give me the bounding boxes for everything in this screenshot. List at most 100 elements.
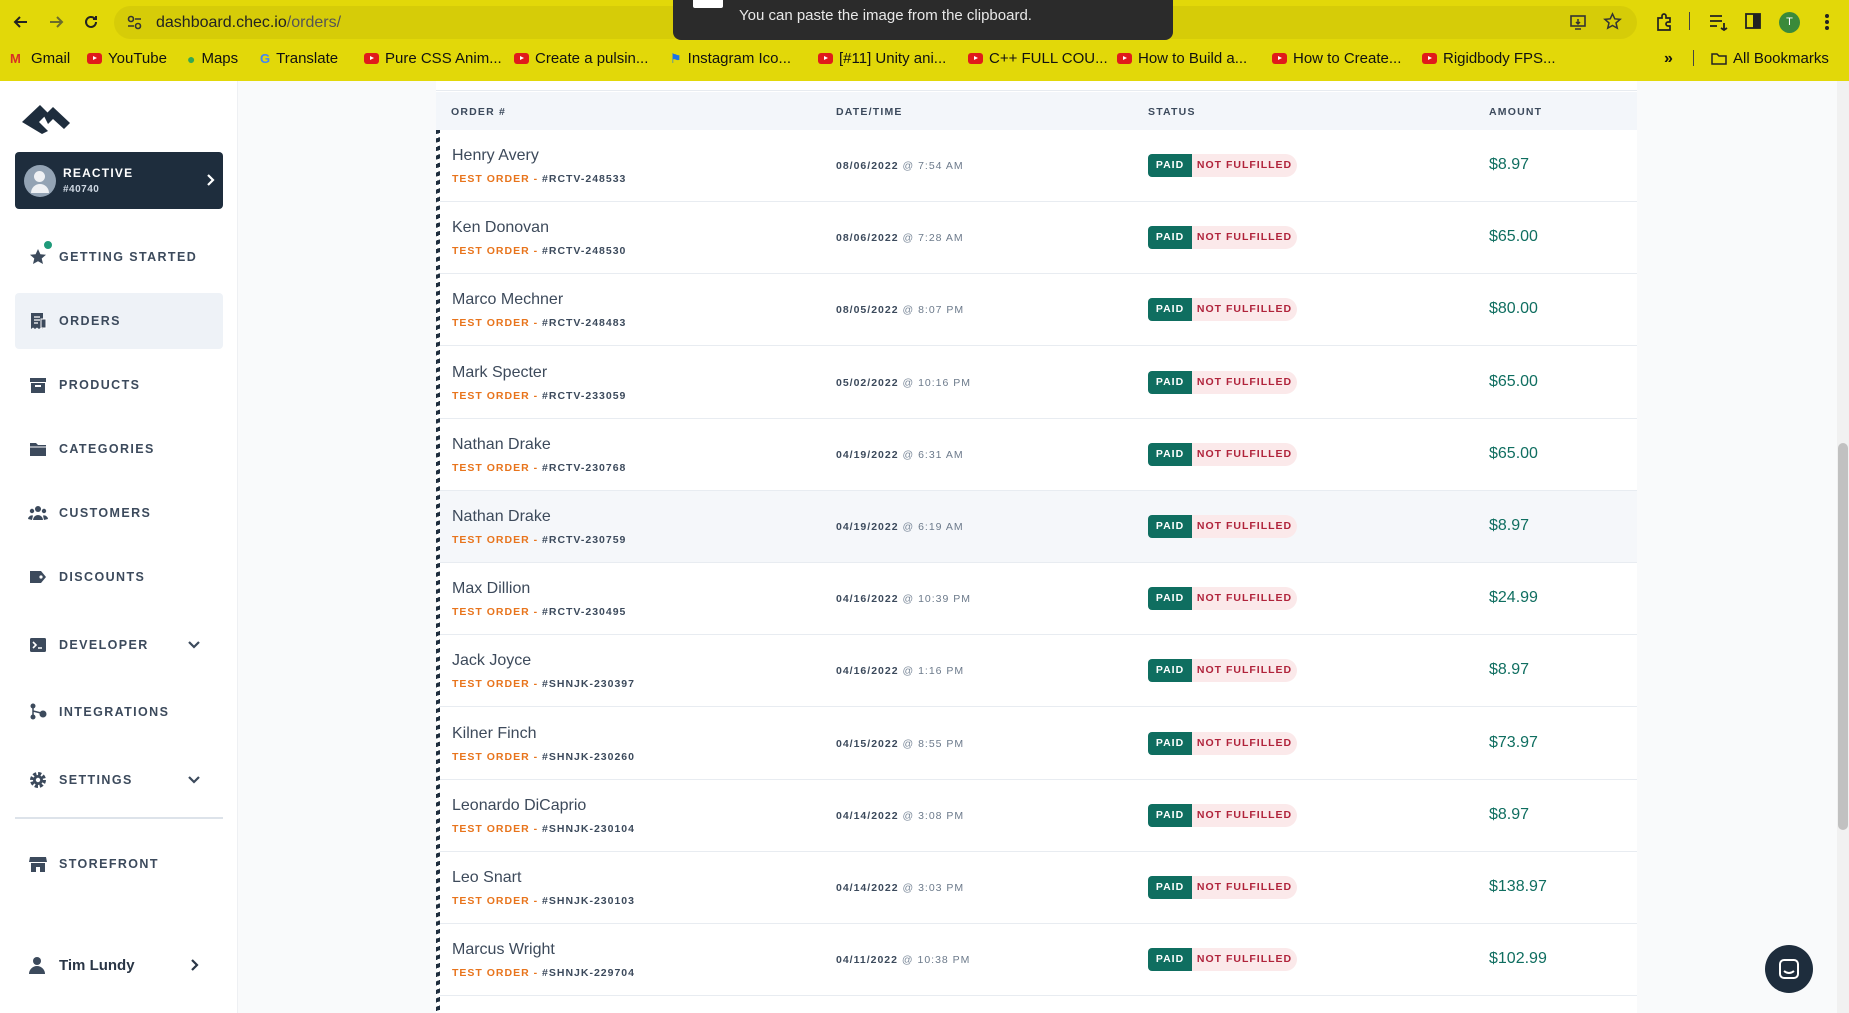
nav-getting-started[interactable]: GETTING STARTED [15,229,223,285]
sidebar: REACTIVE #40740 GETTING STARTED ORDERS P… [0,81,238,1013]
profile-avatar[interactable]: T [1779,12,1800,33]
col-status[interactable]: STATUS [1148,106,1196,118]
user-menu[interactable]: Tim Lundy [15,945,223,985]
table-row[interactable]: Jack Joyce TEST ORDER - #SHNJK-230397 04/1… [436,635,1637,708]
fulfillment-status-badge: NOT FULFILLED [1192,154,1297,177]
customer-name: Leo Snart [452,869,522,886]
nav-label: ORDERS [59,314,121,328]
nav-discounts[interactable]: DISCOUNTS [15,549,223,605]
nav-products[interactable]: PRODUCTS [15,357,223,413]
bookmark-cpp[interactable]: C++ FULL COU... [968,50,1108,67]
install-app-icon[interactable] [1569,13,1589,33]
bookmark-pure-css[interactable]: Pure CSS Anim... [364,50,502,67]
ref-separator: - [529,317,543,330]
store-icon [28,854,48,874]
browser-menu-icon[interactable] [1824,12,1844,32]
toast-text: You can paste the image from the clipboa… [739,7,1032,24]
nav-label: PRODUCTS [59,378,141,392]
table-row[interactable]: Leonardo DiCaprio TEST ORDER - #SHNJK-230… [436,779,1637,852]
table-row[interactable]: Mark Specter TEST ORDER - #RCTV-233059 05/… [436,346,1637,419]
nav-storefront[interactable]: STOREFRONT [15,836,223,892]
bookmark-translate[interactable]: G Translate [260,50,338,67]
col-order[interactable]: ORDER # [451,106,506,118]
bookmark-how-create[interactable]: How to Create... [1272,50,1401,67]
nav-categories[interactable]: CATEGORIES [15,421,223,477]
customer-name: Max Dillion [452,580,531,598]
fulfillment-status-badge: NOT FULFILLED [1192,948,1297,972]
bookmark-rigidbody[interactable]: Rigidbody FPS... [1422,50,1556,67]
reading-list-icon[interactable] [1708,12,1728,32]
table-row[interactable]: Marco Mechner TEST ORDER - #RCTV-248483 08… [436,274,1637,347]
customer-name: Ken Donovan [452,219,549,237]
table-row[interactable]: Max Dillion TEST ORDER - #RCTV-230495 04/1… [436,563,1637,636]
table-row[interactable]: Nathan Drake TEST ORDER - #RCTV-230759 04/… [436,491,1637,563]
chevron-down-icon[interactable] [187,638,201,652]
chevron-down-icon[interactable] [187,773,201,787]
reload-icon[interactable] [81,12,101,32]
browser-toolbar: dashboard.chec.io/orders/ You can paste … [0,0,1849,44]
nav-orders[interactable]: ORDERS [15,293,223,349]
order-amount: $80.00 [1489,300,1538,318]
col-datetime[interactable]: DATE/TIME [836,106,903,118]
table-header: ORDER # DATE/TIME STATUS AMOUNT [436,92,1637,130]
table-row[interactable]: Nathan Drake TEST ORDER - #RCTV-230768 04/… [436,418,1637,491]
table-row[interactable]: Kilner Finch TEST ORDER - #SHNJK-230260 04… [436,707,1637,780]
at-separator: @ [898,304,919,317]
ref-separator: - [529,173,543,185]
youtube-icon [1422,53,1437,64]
nav-settings[interactable]: SETTINGS [15,752,223,808]
order-number: #RCTV-230495 [542,606,627,619]
chat-launcher-button[interactable] [1765,945,1813,993]
test-order-label: TEST ORDER [452,967,530,980]
bookmark-pulsing[interactable]: Create a pulsin... [514,50,648,67]
table-row[interactable]: Marcus Wright TEST ORDER - #SHNJK-229704 0… [436,924,1637,997]
fulfillment-status-badge: NOT FULFILLED [1192,587,1297,611]
order-amount: $8.97 [1489,661,1530,679]
table-row[interactable]: Henry Avery TEST ORDER - #RCTV-248533 08/0… [436,130,1637,202]
nav-developer[interactable]: DEVELOPER [15,617,223,673]
order-amount: $65.00 [1489,228,1538,246]
sidebar-divider [15,817,223,819]
ref-separator: - [529,750,543,763]
bookmarks-overflow-icon[interactable]: » [1664,50,1673,68]
extensions-icon[interactable] [1654,12,1674,32]
bookmark-instagram[interactable]: ⚑ Instagram Ico... [670,50,791,67]
merchant-switcher[interactable]: REACTIVE #40740 [15,152,223,209]
order-time: 10:38 PM [917,954,971,967]
chec-logo[interactable] [20,102,72,136]
fulfillment-status-badge: NOT FULFILLED [1192,803,1297,827]
table-row[interactable]: Leo Snart TEST ORDER - #SHNJK-230103 04/14… [436,852,1637,924]
fulfillment-status-badge: NOT FULFILLED [1192,442,1297,466]
site-info-icon[interactable] [126,14,143,31]
browser-chrome: dashboard.chec.io/orders/ You can paste … [0,0,1849,81]
nav-customers[interactable]: CUSTOMERS [15,485,223,541]
bookmark-how-build[interactable]: How to Build a... [1117,50,1247,67]
youtube-icon [364,53,379,64]
back-icon[interactable] [11,12,31,32]
bookmark-unity[interactable]: [#11] Unity ani... [818,50,946,67]
test-order-label: TEST ORDER [452,750,530,763]
fulfillment-status-badge: NOT FULFILLED [1192,298,1297,322]
order-reference: TEST ORDER - #SHNJK-230104 [452,823,635,835]
bookmark-gmail[interactable]: M Gmail [10,50,70,67]
table-row[interactable]: Ken Donovan TEST ORDER - #RCTV-248530 08/0… [436,202,1637,275]
bookmark-star-icon[interactable] [1603,12,1623,32]
nav-integrations[interactable]: INTEGRATIONS [15,684,223,740]
all-bookmarks[interactable]: All Bookmarks [1711,50,1829,67]
maps-pin-icon: ● [187,50,196,67]
youtube-icon [1272,53,1287,64]
order-date: 04/19/2022 [836,448,899,461]
payment-status-badge: PAID [1148,442,1192,466]
bookmark-maps[interactable]: ● Maps [187,50,238,67]
col-amount[interactable]: AMOUNT [1489,106,1542,118]
order-reference: TEST ORDER - #SHNJK-230103 [452,895,635,907]
payment-status-badge: PAID [1148,803,1192,827]
order-amount: $102.99 [1489,950,1547,968]
users-icon [28,503,48,523]
scrollbar-thumb[interactable] [1838,443,1848,830]
forward-icon[interactable] [46,12,66,32]
order-datetime: 04/15/2022 @ 8:55 PM [836,738,964,750]
bookmark-youtube[interactable]: YouTube [87,50,167,67]
side-panel-icon[interactable] [1744,12,1764,32]
clipboard-thumbnail [693,0,723,8]
